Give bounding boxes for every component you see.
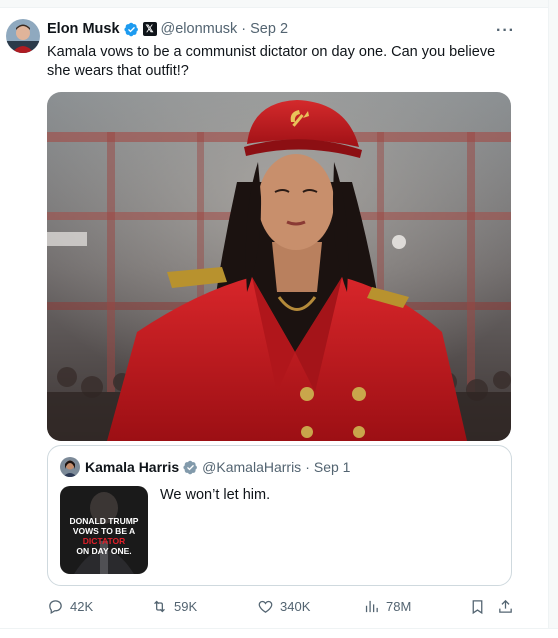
thumb-line-1: DONALD TRUMP <box>70 516 139 526</box>
bookmark-icon <box>472 600 483 615</box>
more-icon[interactable]: ··· <box>496 22 515 40</box>
like-icon <box>258 600 273 613</box>
quoted-tweet-header: Kamala Harris @KamalaHarris · Sep 1 <box>85 459 350 475</box>
quoted-author-name[interactable]: Kamala Harris <box>85 459 179 475</box>
share-icon <box>499 599 512 613</box>
repost-icon <box>154 600 165 613</box>
share-button[interactable] <box>497 598 514 615</box>
views-button[interactable]: 78M <box>363 598 411 615</box>
reply-count: 42K <box>70 599 94 614</box>
author-avatar[interactable] <box>6 19 40 53</box>
tweet-actions: 42K 59K 340K 78M <box>47 598 517 618</box>
author-handle[interactable]: @elonmusk <box>161 21 238 37</box>
window-bottom-edge <box>0 628 558 638</box>
quoted-tweet-date[interactable]: Sep 1 <box>314 459 351 475</box>
reply-button[interactable]: 42K <box>47 598 93 615</box>
author-name[interactable]: Elon Musk <box>47 21 120 37</box>
window-top-edge <box>0 0 558 8</box>
window-right-edge <box>548 0 558 638</box>
gray-verified-badge-icon <box>183 460 198 474</box>
quoted-author-avatar[interactable] <box>60 457 80 477</box>
like-button[interactable]: 340K <box>257 598 310 615</box>
views-icon <box>365 600 378 613</box>
quoted-tweet-thumbnail[interactable]: DONALD TRUMP VOWS TO BE A DICTATOR ON DA… <box>60 486 148 574</box>
repost-count: 59K <box>174 599 198 614</box>
thumb-line-4: ON DAY ONE. <box>76 546 131 556</box>
thumb-line-3: DICTATOR <box>83 536 126 546</box>
views-count: 78M <box>386 599 412 614</box>
tweet-date[interactable]: Sep 2 <box>250 21 288 37</box>
quoted-tweet-text: We won’t let him. <box>160 487 271 503</box>
thumb-line-2: VOWS TO BE A <box>73 526 135 536</box>
quoted-author-handle[interactable]: @KamalaHarris <box>202 459 301 475</box>
quoted-header-separator: · <box>305 459 310 475</box>
tweet-image[interactable] <box>47 92 511 441</box>
tweet-text: Kamala vows to be a communist dictator o… <box>47 44 496 79</box>
reply-icon <box>49 600 62 615</box>
header-separator: · <box>241 21 247 37</box>
repost-button[interactable]: 59K <box>151 598 197 615</box>
like-count: 340K <box>280 599 311 614</box>
quoted-tweet-card[interactable]: Kamala Harris @KamalaHarris · Sep 1 DONA… <box>47 445 512 586</box>
x-affiliate-icon: 𝕏 <box>142 22 157 36</box>
bookmark-button[interactable] <box>469 598 486 615</box>
verified-badge-icon <box>123 22 138 36</box>
tweet-header: Elon Musk 𝕏 @elonmusk · Sep 2 <box>47 21 288 37</box>
